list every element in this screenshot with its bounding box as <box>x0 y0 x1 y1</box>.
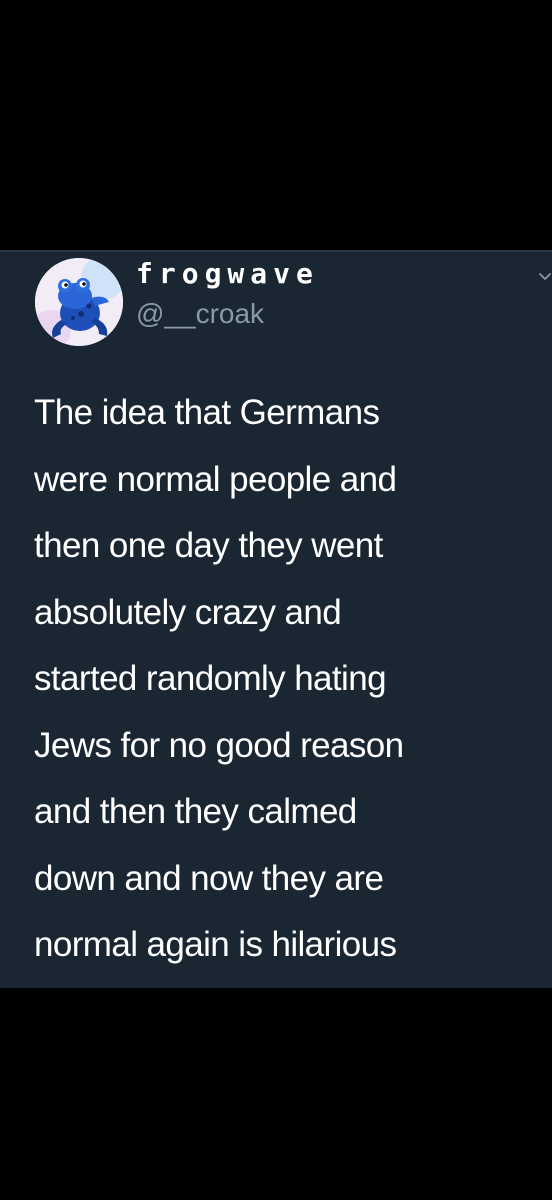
chevron-down-icon[interactable] <box>538 270 552 284</box>
user-handle[interactable]: @__croak <box>136 296 264 332</box>
divider <box>0 250 552 252</box>
display-name[interactable]: frogwave <box>136 256 319 292</box>
tweet-text: The idea that Germans were normal people… <box>34 380 544 979</box>
tweet-text-line: normal again is hilarious <box>34 925 397 964</box>
tweet-card: frogwave @__croak The idea that Germans … <box>0 250 552 988</box>
tweet-text-line: Jews for no good reason <box>34 725 404 765</box>
tweet-text-line: absolutely crazy and <box>34 592 342 632</box>
avatar[interactable] <box>35 258 123 346</box>
tweet-text-line: and then they calmed <box>34 792 357 831</box>
tweet-text-line: down and now they are <box>34 858 384 898</box>
tweet-text-line: started randomly hating <box>34 659 387 698</box>
tweet-text-line: were normal people and <box>34 459 397 499</box>
frog-avatar-icon <box>35 258 123 346</box>
tweet-text-line: The idea that Germans <box>34 393 380 432</box>
tweet-text-line: then one day they went <box>34 526 383 565</box>
